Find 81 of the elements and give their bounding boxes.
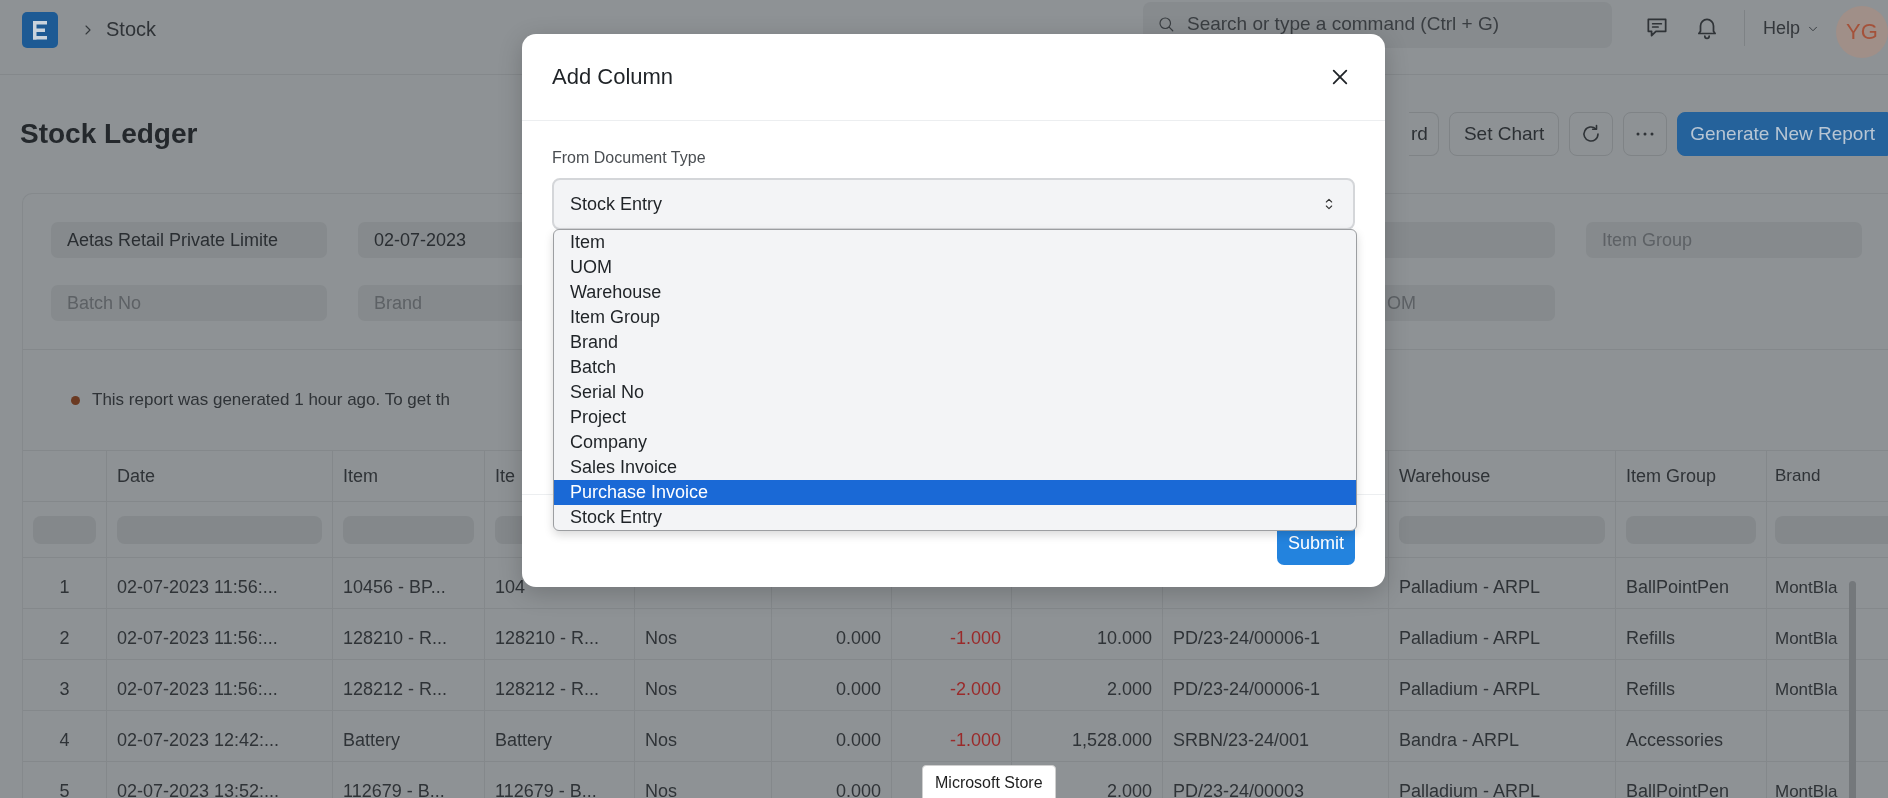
table-cell: Palladium - ARPL <box>1389 558 1616 608</box>
table-cell: Refills <box>1616 609 1767 659</box>
report-button[interactable]: rd <box>1409 112 1439 156</box>
table-cell: Palladium - ARPL <box>1389 609 1616 659</box>
dropdown-option[interactable]: Batch <box>554 355 1356 380</box>
help-menu[interactable]: Help <box>1762 18 1820 39</box>
report-notice: This report was generated 1 hour ago. To get th <box>92 390 450 410</box>
table-cell: Nos <box>635 762 772 798</box>
column-header[interactable]: Date <box>107 451 333 501</box>
help-label: Help <box>1762 18 1800 39</box>
table-cell: 112679 - B... <box>485 762 635 798</box>
table-cell: Bandra - ARPL <box>1389 711 1616 761</box>
table-cell: Nos <box>635 660 772 710</box>
close-icon[interactable] <box>1331 68 1349 86</box>
app-logo[interactable] <box>22 12 58 48</box>
table-cell: 128212 - R... <box>485 660 635 710</box>
table-cell: Battery <box>333 711 485 761</box>
table-cell: 128212 - R... <box>333 660 485 710</box>
table-cell: 02-07-2023 11:56:... <box>107 660 333 710</box>
document-type-select[interactable]: Stock Entry <box>552 178 1355 230</box>
column-header[interactable]: Brand <box>1767 451 1888 501</box>
dropdown-option[interactable]: Sales Invoice <box>554 455 1356 480</box>
table-cell: 2.000 <box>1012 660 1163 710</box>
table-cell: 128210 - R... <box>485 609 635 659</box>
select-value: Stock Entry <box>570 193 663 215</box>
table-cell: Accessories <box>1616 711 1767 761</box>
dropdown-option[interactable]: UOM <box>554 255 1356 280</box>
table-cell: Nos <box>635 609 772 659</box>
dropdown-option[interactable]: Purchase Invoice <box>554 480 1356 505</box>
more-button[interactable] <box>1623 112 1668 156</box>
table-cell: 0.000 <box>772 609 892 659</box>
table-cell: PD/23-24/00003 <box>1163 762 1389 798</box>
table-cell: BallPointPen <box>1616 762 1767 798</box>
table-cell: PD/23-24/00006-1 <box>1163 660 1389 710</box>
dropdown-option[interactable]: Project <box>554 405 1356 430</box>
row-number: 3 <box>23 660 107 710</box>
table-cell: SRBN/23-24/001 <box>1163 711 1389 761</box>
filter-field[interactable]: Aetas Retail Private Limite <box>51 222 327 258</box>
table-cell: Palladium - ARPL <box>1389 660 1616 710</box>
dropdown-option[interactable]: Company <box>554 430 1356 455</box>
table-cell: -2.000 <box>892 660 1012 710</box>
table-cell: 02-07-2023 11:56:... <box>107 558 333 608</box>
table-cell: 112679 - B... <box>333 762 485 798</box>
table-cell: 0.000 <box>772 711 892 761</box>
column-header[interactable]: Warehouse <box>1389 451 1616 501</box>
tooltip: Microsoft Store <box>922 765 1056 798</box>
row-number: 5 <box>23 762 107 798</box>
scrollbar[interactable] <box>1849 581 1856 798</box>
table-cell: -1.000 <box>892 711 1012 761</box>
table-cell: 10456 - BP... <box>333 558 485 608</box>
set-chart-button[interactable]: Set Chart <box>1448 112 1560 156</box>
dialog-title: Add Column <box>552 64 674 90</box>
more-icon <box>1636 132 1655 136</box>
table-cell: 128210 - R... <box>333 609 485 659</box>
table-cell: 02-07-2023 11:56:... <box>107 609 333 659</box>
row-number: 1 <box>23 558 107 608</box>
field-label: From Document Type <box>552 148 707 168</box>
generate-report-button[interactable]: Generate New Report <box>1677 112 1888 156</box>
table-cell: 02-07-2023 12:42:... <box>107 711 333 761</box>
table-cell: BallPointPen <box>1616 558 1767 608</box>
status-dot-icon <box>71 395 80 405</box>
row-number: 4 <box>23 711 107 761</box>
table-cell: Palladium - ARPL <box>1389 762 1616 798</box>
table-cell: Refills <box>1616 660 1767 710</box>
row-number: 2 <box>23 609 107 659</box>
table-cell: 0.000 <box>772 762 892 798</box>
breadcrumb-link[interactable]: Stock <box>106 18 157 41</box>
table-cell: 02-07-2023 13:52:... <box>107 762 333 798</box>
table-cell: Battery <box>485 711 635 761</box>
refresh-button[interactable] <box>1569 112 1614 156</box>
column-header[interactable]: Item Group <box>1616 451 1767 501</box>
table-cell: Nos <box>635 711 772 761</box>
table-cell: 10.000 <box>1012 609 1163 659</box>
table-cell: PD/23-24/00006-1 <box>1163 609 1389 659</box>
table-cell: 0.000 <box>772 660 892 710</box>
dropdown-option[interactable]: Brand <box>554 330 1356 355</box>
table-cell: 1,528.000 <box>1012 711 1163 761</box>
table-cell: -1.000 <box>892 609 1012 659</box>
page-title: Stock Ledger <box>20 118 198 150</box>
column-header[interactable]: Item <box>333 451 485 501</box>
dropdown-option[interactable]: Serial No <box>554 380 1356 405</box>
